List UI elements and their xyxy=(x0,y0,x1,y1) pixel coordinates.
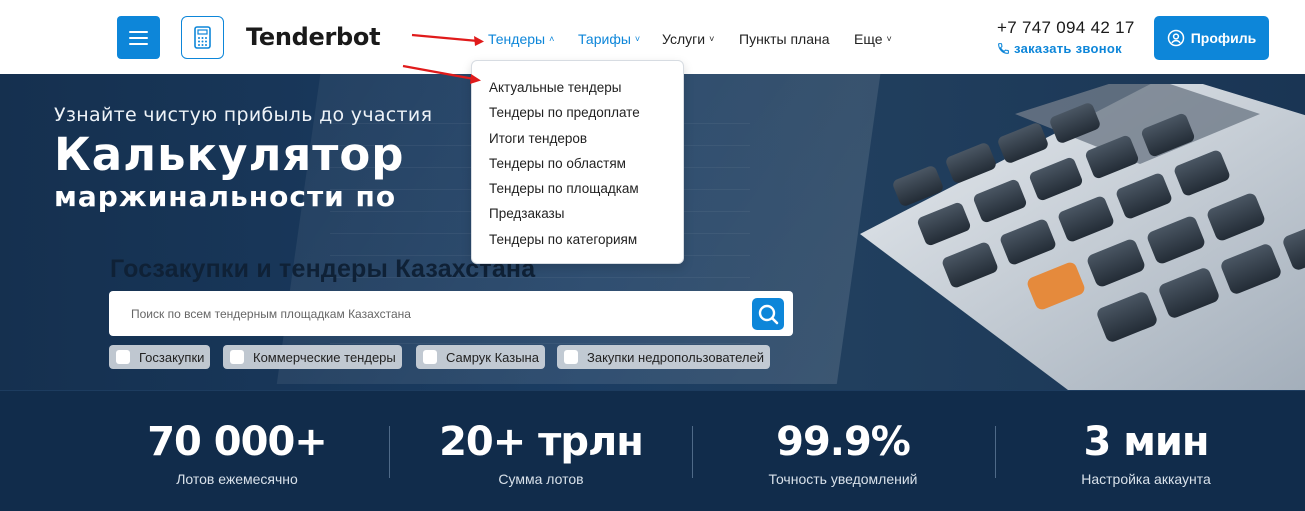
stat-divider xyxy=(995,426,996,478)
nav-tenders-label: Тендеры xyxy=(488,31,546,47)
stat-label: Лотов ежемесячно xyxy=(176,471,298,487)
search-bar xyxy=(109,291,793,336)
stats-section: 70 000+ Лотов ежемесячно 20+ трлн Сумма ло… xyxy=(0,390,1305,511)
hamburger-line xyxy=(129,43,148,45)
phone-number[interactable]: +7 747 094 42 17 xyxy=(997,18,1135,38)
stat-divider xyxy=(389,426,390,478)
dropdown-item-by-category[interactable]: Тендеры по категориям xyxy=(472,230,683,255)
calculator-image xyxy=(860,84,1305,390)
stat-label: Сумма лотов xyxy=(498,471,584,487)
stat-lots: 70 000+ Лотов ежемесячно xyxy=(97,419,377,487)
stat-sum: 20+ трлн Сумма лотов xyxy=(401,419,681,487)
nav-services-label: Услуги xyxy=(662,31,706,47)
calculator-button[interactable] xyxy=(181,16,224,59)
callback-label: заказать звонок xyxy=(1014,41,1122,56)
hamburger-line xyxy=(129,31,148,33)
stat-label: Точность уведомлений xyxy=(768,471,918,487)
filter-samruk[interactable]: Самрук Казына xyxy=(416,345,545,369)
arrow-head-icon xyxy=(470,74,481,84)
hero-tagline: Узнайте чистую прибыль до участия xyxy=(54,104,433,126)
checkbox[interactable] xyxy=(116,350,130,364)
checkbox[interactable] xyxy=(564,350,578,364)
stat-value: 20+ трлн xyxy=(439,419,644,465)
nav-more-label: Еще xyxy=(854,31,883,47)
dropdown-item-current-tenders[interactable]: Актуальные тендеры xyxy=(472,78,683,103)
profile-label: Профиль xyxy=(1190,30,1257,46)
dropdown-item-tender-results[interactable]: Итоги тендеров xyxy=(472,129,683,154)
hero-subheadline: маржинальности по xyxy=(54,180,397,213)
dropdown-item-by-platform[interactable]: Тендеры по площадкам xyxy=(472,179,683,204)
nav-tenders[interactable]: Тендеры ˄ xyxy=(488,31,554,47)
profile-button[interactable]: Профиль xyxy=(1154,16,1269,60)
arrow-head-icon xyxy=(474,36,484,46)
user-circle-icon xyxy=(1167,29,1184,47)
search-input[interactable] xyxy=(131,291,751,336)
nav-services[interactable]: Услуги ˅ xyxy=(662,31,714,47)
arrow-to-dropdown-icon xyxy=(402,64,475,81)
filter-label: Коммерческие тендеры xyxy=(253,349,396,365)
checkbox[interactable] xyxy=(230,350,244,364)
filter-goszakupki[interactable]: Госзакупки xyxy=(109,345,211,369)
nav-tariffs-label: Тарифы xyxy=(578,31,631,47)
dropdown-item-prepaid-tenders[interactable]: Тендеры по предоплате xyxy=(472,103,683,128)
chevron-down-icon: ˅ xyxy=(709,34,715,44)
phone-icon xyxy=(998,43,1009,54)
filter-label: Закупки недропользователей xyxy=(587,349,764,365)
stat-value: 70 000+ xyxy=(147,419,328,465)
hamburger-line xyxy=(129,37,148,39)
nav-plan-items-label: Пункты плана xyxy=(739,31,830,47)
filter-label: Госзакупки xyxy=(139,349,205,365)
stat-accuracy: 99.9% Точность уведомлений xyxy=(703,419,983,487)
stat-value: 3 мин xyxy=(1083,419,1209,465)
search-icon xyxy=(758,304,779,325)
checkbox[interactable] xyxy=(423,350,437,364)
chevron-up-icon: ˄ xyxy=(549,34,555,44)
stat-setup: 3 мин Настройка аккаунта xyxy=(1006,419,1286,487)
dropdown-item-by-region[interactable]: Тендеры по областям xyxy=(472,154,683,179)
filter-label: Самрук Казына xyxy=(446,349,539,365)
chevron-down-icon: ˅ xyxy=(886,34,892,44)
chevron-down-icon: ˅ xyxy=(634,34,641,44)
annotation-arrows xyxy=(402,33,484,84)
nav-tariffs[interactable]: Тарифы ˅ xyxy=(578,31,640,47)
arrow-to-nav-icon xyxy=(411,33,479,43)
search-button[interactable] xyxy=(752,298,784,330)
dropdown-item-preorders[interactable]: Предзаказы xyxy=(472,204,683,229)
callback-link[interactable]: заказать звонок xyxy=(997,41,1122,56)
nav-more[interactable]: Еще ˅ xyxy=(854,31,892,47)
stat-value: 99.9% xyxy=(776,419,911,465)
hero-headline: Калькулятор xyxy=(54,128,405,181)
filter-commercial[interactable]: Коммерческие тендеры xyxy=(223,345,402,369)
filter-subsoil-users[interactable]: Закупки недропользователей xyxy=(557,345,770,369)
nav-plan-items[interactable]: Пункты плана xyxy=(739,31,830,47)
tenders-dropdown-menu: Актуальные тендеры Тендеры по предоплате… xyxy=(471,60,684,264)
logo[interactable]: Tenderbot xyxy=(246,23,381,51)
stat-label: Настройка аккаунта xyxy=(1081,471,1211,487)
hamburger-menu-button[interactable] xyxy=(117,16,160,59)
calculator-icon xyxy=(193,25,211,49)
stat-divider xyxy=(692,426,693,478)
